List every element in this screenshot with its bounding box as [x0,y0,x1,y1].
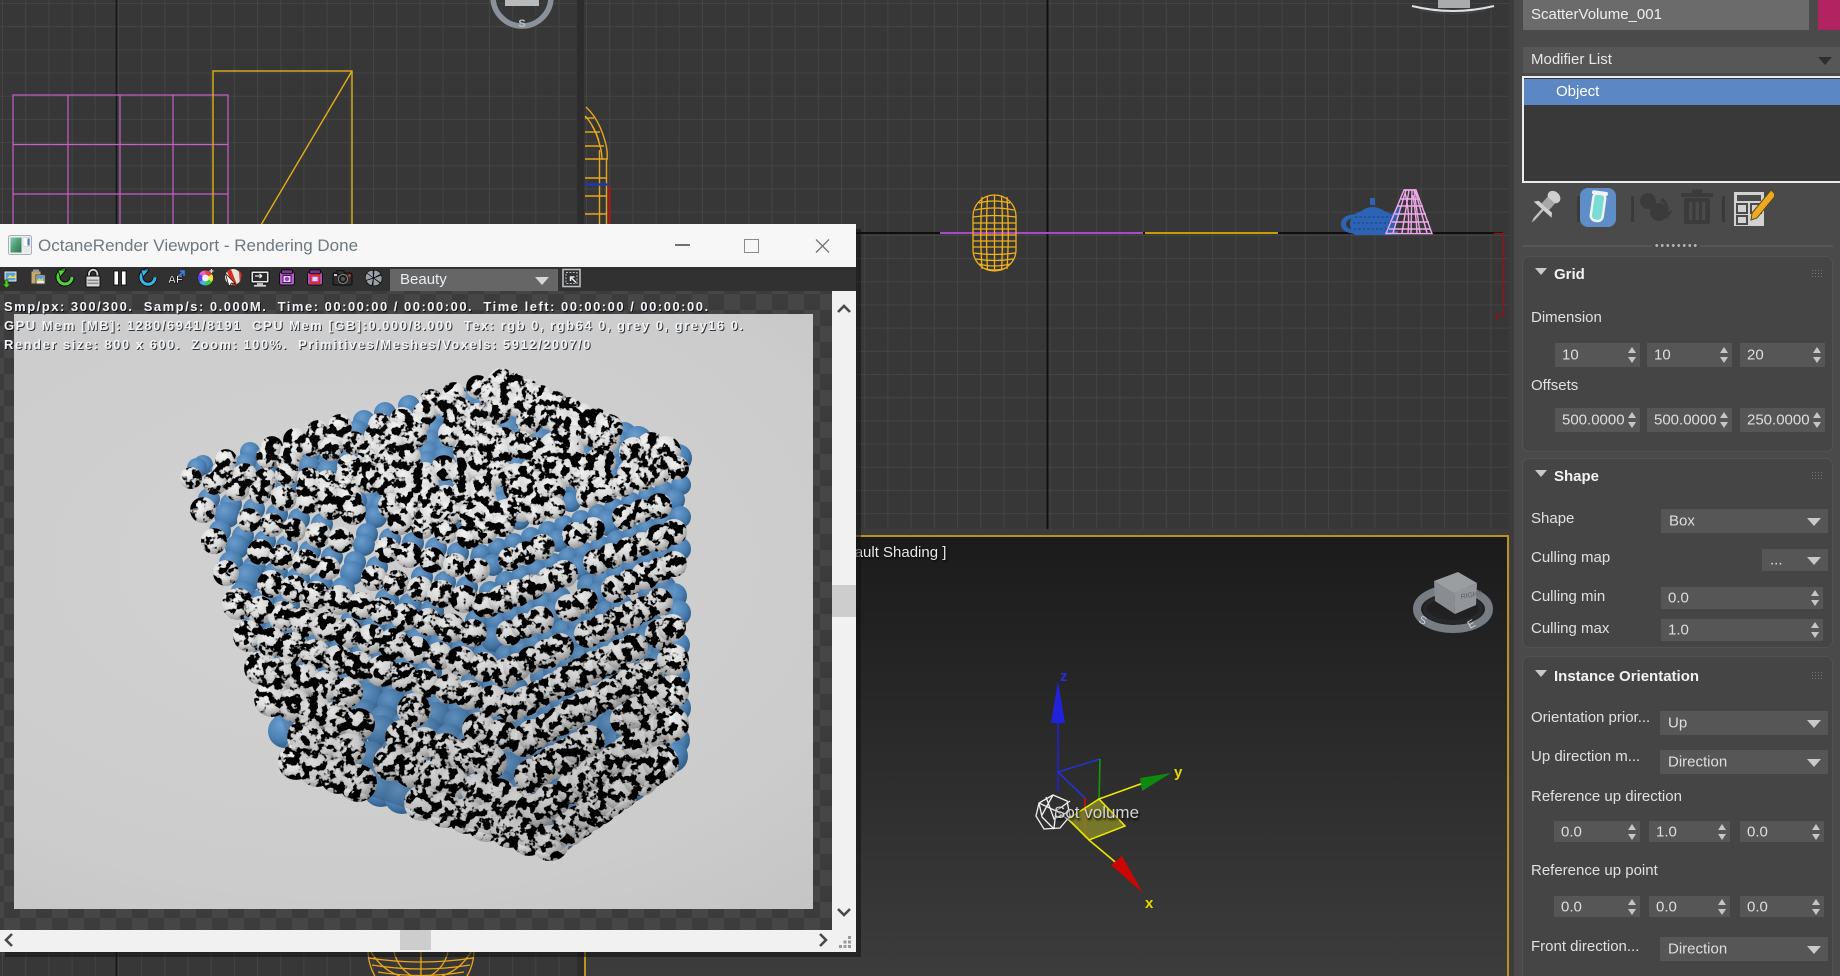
svg-text:AF: AF [168,274,183,286]
svg-text:Sot volume: Sot volume [1054,803,1139,822]
svg-text:x: x [1145,895,1154,912]
svg-text:y: y [1174,764,1183,781]
svg-text:z: z [1060,668,1068,685]
svg-text:S: S [518,18,525,30]
